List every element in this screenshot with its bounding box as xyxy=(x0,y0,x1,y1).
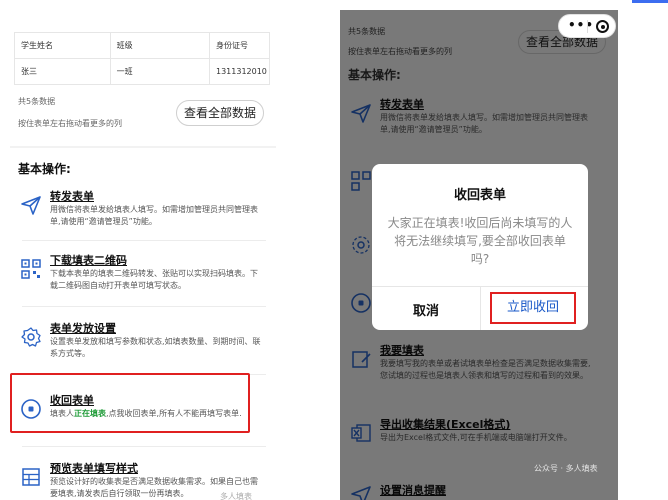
item-title: 表单发放设置 xyxy=(50,322,116,335)
recall-dialog: 收回表单 大家正在填表!收回后尚未填写的人将无法继续填写,要全部收回表单吗? 取… xyxy=(372,164,588,330)
table-row[interactable]: 张三 一班 1311312010 xyxy=(14,58,270,85)
item-desc: 用微信将表单发给填表人填写。如需增加管理员共同管理表单,请使用“邀请管理员”功能… xyxy=(50,205,258,226)
item-desc: 设置表单发放和填写参数和状态,如填表数量、到期时间、联系方式等。 xyxy=(50,337,261,358)
right-screen: 共5条数据 按住表单左右拖动看更多的列 查看全部数据 基本操作: 转发表单 用微… xyxy=(340,10,618,500)
watermark: 多人填表 xyxy=(220,492,252,500)
table-cell: 1311312010 xyxy=(209,58,270,85)
dialog-message: 大家正在填表!收回后尚未填写的人将无法继续填写,要全部收回表单吗? xyxy=(387,216,573,266)
preview-icon xyxy=(20,466,42,488)
item-title: 下载填表二维码 xyxy=(50,254,127,267)
view-all-button[interactable]: 查看全部数据 xyxy=(176,100,264,126)
left-screen: ••• 学生姓名 班级 身份证号 张三 一班 1311312010 共5条数据 … xyxy=(10,10,276,500)
table-header-row: 学生姓名 班级 身份证号 xyxy=(14,32,270,59)
distribution-settings-item[interactable]: 表单发放设置 设置表单发放和填写参数和状态,如填表数量、到期时间、联系方式等。 xyxy=(14,320,270,364)
close-circle-icon[interactable] xyxy=(596,20,609,33)
table-cell: 一班 xyxy=(109,58,211,85)
data-card: 学生姓名 班级 身份证号 张三 一班 1311312010 共5条数据 按住表单… xyxy=(10,10,276,146)
operations-card: 基本操作: 转发表单 用微信将表单发给填表人填写。如需增加管理员共同管理表单,请… xyxy=(10,148,276,500)
qrcode-icon xyxy=(20,258,42,280)
mini-program-capsule[interactable]: ••• xyxy=(558,14,616,38)
top-accent-line xyxy=(632,0,668,3)
cancel-button[interactable]: 取消 xyxy=(372,300,480,319)
item-title: 预览表单填写样式 xyxy=(50,462,138,475)
download-qrcode-item[interactable]: 下载填表二维码 下载本表单的填表二维码转发、张贴可以实现扫码填表。下载二维码图自… xyxy=(14,252,270,296)
table-header-cell: 班级 xyxy=(109,32,211,59)
forward-form-item[interactable]: 转发表单 用微信将表单发给填表人填写。如需增加管理员共同管理表单,请使用“邀请管… xyxy=(14,188,270,232)
drag-hint: 按住表单左右拖动看更多的列 xyxy=(18,119,122,128)
gear-icon xyxy=(20,326,42,348)
record-count: 共5条数据 xyxy=(18,97,56,106)
table-header-cell: 身份证号 xyxy=(209,32,270,59)
confirm-recall-button[interactable]: 立即收回 xyxy=(490,292,576,324)
item-title: 转发表单 xyxy=(50,190,94,203)
data-table[interactable]: 学生姓名 班级 身份证号 张三 一班 1311312010 xyxy=(14,32,270,85)
section-title: 基本操作: xyxy=(18,162,71,176)
recall-highlight-box xyxy=(10,373,250,433)
table-cell: 张三 xyxy=(14,58,111,85)
dialog-title: 收回表单 xyxy=(453,188,506,203)
item-desc: 下载本表单的填表二维码转发、张贴可以实现扫码填表。下载二维码图自动打开表单可填写… xyxy=(50,269,258,290)
send-icon xyxy=(20,194,42,216)
watermark: 公众号 · 多人填表 xyxy=(534,464,598,473)
more-icon[interactable]: ••• xyxy=(568,18,594,32)
table-header-cell: 学生姓名 xyxy=(14,32,111,59)
